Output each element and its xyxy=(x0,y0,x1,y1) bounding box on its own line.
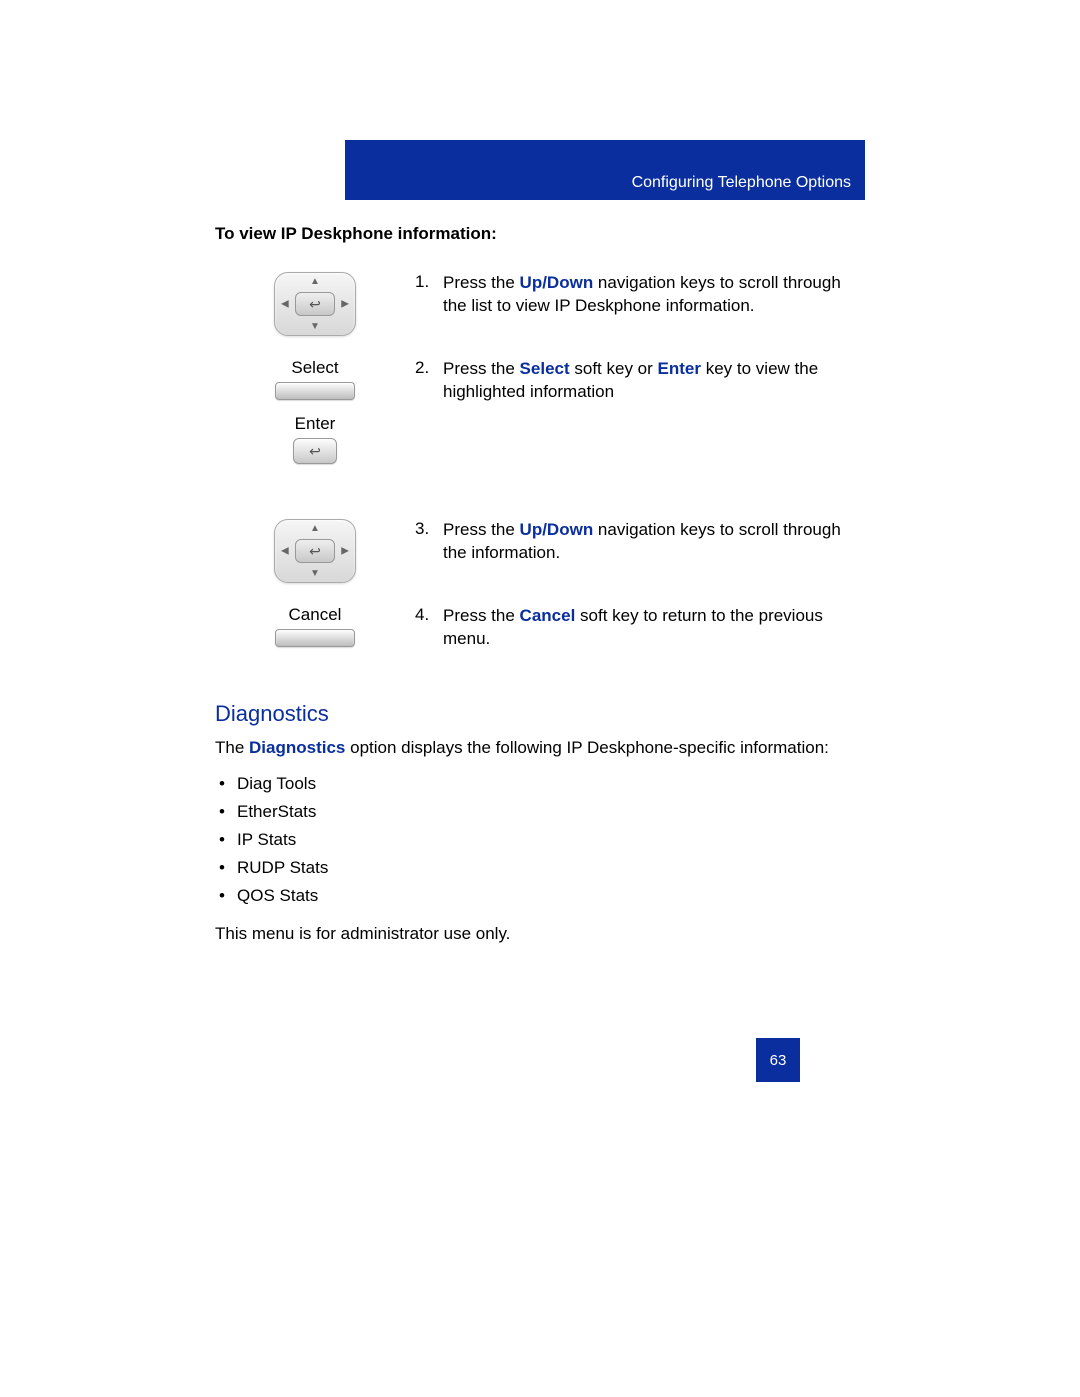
arrow-down-icon: ▼ xyxy=(310,321,320,332)
nav-pad-center: ↩ xyxy=(295,539,335,563)
step-4-icon-col: Cancel xyxy=(215,605,415,647)
up-down-highlight-2: Up/Down xyxy=(520,520,594,539)
step-1: ▲ ▼ ◀ ▶ ↩ 1. Press the Up/Down navigatio… xyxy=(215,272,865,336)
step-1-text: 1. Press the Up/Down navigation keys to … xyxy=(415,272,865,318)
step-4-body: Press the Cancel soft key to return to t… xyxy=(443,605,865,651)
step-2-body: Press the Select soft key or Enter key t… xyxy=(443,358,865,404)
enter-glyph-icon: ↩ xyxy=(309,296,321,313)
section-title: To view IP Deskphone information: xyxy=(215,224,865,244)
step-3-body: Press the Up/Down navigation keys to scr… xyxy=(443,519,865,565)
step-2-icon-col: Select Enter ↩ xyxy=(215,358,415,464)
list-item: QOS Stats xyxy=(237,886,865,906)
step-4-text: 4. Press the Cancel soft key to return t… xyxy=(415,605,865,651)
step-2: Select Enter ↩ 2. Press the Select soft … xyxy=(215,358,865,464)
header-bar: Configuring Telephone Options xyxy=(345,140,865,200)
step-4-number: 4. xyxy=(415,605,443,651)
header-section-label: Configuring Telephone Options xyxy=(632,174,851,192)
cancel-label: Cancel xyxy=(215,605,415,625)
enter-key-icon: ↩ xyxy=(293,438,337,464)
step-3: ▲ ▼ ◀ ▶ ↩ 3. Press the Up/Down navigatio… xyxy=(215,519,865,583)
step-3-text: 3. Press the Up/Down navigation keys to … xyxy=(415,519,865,565)
list-item: IP Stats xyxy=(237,830,865,850)
step-2-number: 2. xyxy=(415,358,443,404)
arrow-left-icon: ◀ xyxy=(281,546,289,557)
nav-pad-center: ↩ xyxy=(295,292,335,316)
diagnostics-note: This menu is for administrator use only. xyxy=(215,924,865,944)
step-4: Cancel 4. Press the Cancel soft key to r… xyxy=(215,605,865,651)
select-highlight: Select xyxy=(520,359,570,378)
step-3-icon-col: ▲ ▼ ◀ ▶ ↩ xyxy=(215,519,415,583)
cancel-softkey-icon xyxy=(275,629,355,647)
select-label: Select xyxy=(215,358,415,378)
arrow-left-icon: ◀ xyxy=(281,299,289,310)
arrow-right-icon: ▶ xyxy=(341,299,349,310)
step-3-number: 3. xyxy=(415,519,443,565)
step-1-number: 1. xyxy=(415,272,443,318)
diagnostics-highlight: Diagnostics xyxy=(249,738,345,757)
list-item: Diag Tools xyxy=(237,774,865,794)
step-2-text: 2. Press the Select soft key or Enter ke… xyxy=(415,358,865,404)
arrow-down-icon: ▼ xyxy=(310,568,320,579)
step-1-body: Press the Up/Down navigation keys to scr… xyxy=(443,272,865,318)
arrow-up-icon: ▲ xyxy=(310,523,320,534)
enter-glyph-icon: ↩ xyxy=(309,543,321,560)
arrow-right-icon: ▶ xyxy=(341,546,349,557)
list-item: EtherStats xyxy=(237,802,865,822)
enter-label: Enter xyxy=(215,414,415,434)
page-number: 63 xyxy=(756,1038,800,1082)
list-item: RUDP Stats xyxy=(237,858,865,878)
nav-pad-icon: ▲ ▼ ◀ ▶ ↩ xyxy=(274,272,356,336)
step-1-icon-col: ▲ ▼ ◀ ▶ ↩ xyxy=(215,272,415,336)
page: Configuring Telephone Options To view IP… xyxy=(0,0,1080,1397)
arrow-up-icon: ▲ xyxy=(310,276,320,287)
diagnostics-intro: The Diagnostics option displays the foll… xyxy=(215,737,865,760)
diagnostics-list: Diag Tools EtherStats IP Stats RUDP Stat… xyxy=(215,774,865,906)
page-number-value: 63 xyxy=(770,1052,787,1069)
nav-pad-icon-2: ▲ ▼ ◀ ▶ ↩ xyxy=(274,519,356,583)
cancel-highlight: Cancel xyxy=(520,606,576,625)
up-down-highlight: Up/Down xyxy=(520,273,594,292)
enter-highlight: Enter xyxy=(658,359,701,378)
select-softkey-icon xyxy=(275,382,355,400)
diagnostics-heading: Diagnostics xyxy=(215,701,865,727)
